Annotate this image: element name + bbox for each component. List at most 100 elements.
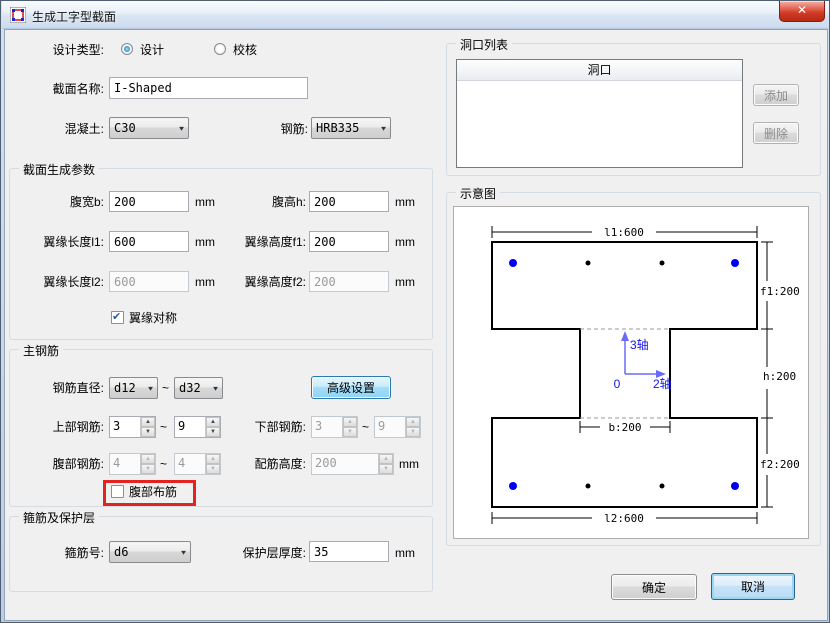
top-rebar-to-stepper[interactable]: 9 ▲▼: [174, 416, 221, 438]
axis-origin-label: 0: [614, 377, 621, 391]
spin-up-icon: ▲: [343, 417, 357, 427]
spin-up-icon[interactable]: ▲: [206, 417, 220, 427]
flange-h1-label: 翼缘高度f1:: [216, 234, 306, 250]
holes-column-header: 洞口: [457, 60, 742, 81]
stirrup-number-value: d6: [114, 545, 128, 559]
diameter-separator: ~: [162, 380, 169, 396]
dim-l1-label: l1:600: [604, 226, 644, 239]
middle-rebar-dot: [660, 261, 665, 266]
flange-len2-input: [109, 271, 189, 292]
web-rebar-to-stepper: 4 ▲▼: [174, 453, 221, 475]
top-rebar-from-stepper[interactable]: 3 ▲▼: [109, 416, 156, 438]
cancel-button[interactable]: 取消: [711, 573, 795, 600]
web-width-label: 腹宽b:: [14, 194, 104, 210]
flange-h2-label: 翼缘高度f2:: [216, 274, 306, 290]
spin-up-icon: ▲: [379, 454, 393, 464]
rebar-diameter-from-select[interactable]: d12 ▼: [109, 377, 158, 399]
bottom-rebar-from-stepper: 3 ▲▼: [311, 416, 358, 438]
rebar-height-label: 配筋高度:: [231, 456, 306, 472]
radio-design-label[interactable]: 设计: [140, 42, 170, 58]
web-rebar-to-value: 4: [175, 454, 205, 474]
web-rebar-separator: ~: [160, 456, 167, 472]
spin-down-icon[interactable]: ▼: [206, 427, 220, 437]
radio-design[interactable]: [121, 43, 133, 55]
cover-thickness-label: 保护层厚度:: [216, 545, 306, 561]
corner-rebar-dot: [731, 259, 739, 267]
web-rebar-label: 腹部钢筋:: [14, 456, 104, 472]
corner-rebar-dot: [509, 259, 517, 267]
bottom-rebar-from-value: 3: [312, 417, 342, 437]
concrete-value: C30: [114, 121, 136, 135]
i-section-outline: [492, 242, 757, 507]
corner-rebar-dot: [731, 482, 739, 490]
dim-f1-label: f1:200: [760, 285, 800, 298]
check-icon: ✔: [112, 310, 121, 323]
params-group-title: 截面生成参数: [19, 161, 99, 178]
rebar-material-select[interactable]: HRB335 ▼: [311, 117, 391, 139]
concrete-select[interactable]: C30 ▼: [109, 117, 189, 139]
delete-hole-button[interactable]: 删除: [753, 122, 799, 144]
web-width-unit: mm: [195, 194, 215, 210]
stirrup-number-label: 箍筋号:: [14, 545, 104, 561]
flange-len2-label: 翼缘长度l2:: [14, 274, 104, 290]
rebar-height-value: 200: [312, 454, 378, 474]
stirrup-number-select[interactable]: d6 ▼: [109, 541, 191, 563]
spin-up-icon: ▲: [406, 417, 420, 427]
web-layout-label[interactable]: 腹部布筋: [129, 484, 199, 500]
close-button[interactable]: ✕: [779, 1, 825, 22]
concrete-label: 混凝土:: [14, 121, 104, 137]
web-rebar-from-stepper: 4 ▲▼: [109, 453, 156, 475]
top-rebar-from-value: 3: [110, 417, 140, 437]
web-height-unit: mm: [395, 194, 415, 210]
chevron-down-icon: ▼: [381, 124, 386, 131]
spin-up-icon[interactable]: ▲: [141, 417, 155, 427]
title-bar[interactable]: 生成工字型截面 ✕: [2, 1, 830, 29]
flange-len1-input[interactable]: [109, 231, 189, 252]
web-layout-checkbox[interactable]: [111, 485, 124, 498]
top-rebar-separator: ~: [160, 419, 167, 435]
rebar-diameter-to-select[interactable]: d32 ▼: [174, 377, 223, 399]
spin-up-icon: ▲: [141, 454, 155, 464]
radio-check-label[interactable]: 校核: [233, 42, 263, 58]
app-icon: [10, 7, 26, 23]
bottom-rebar-label: 下部钢筋:: [231, 419, 306, 435]
flange-symmetry-label[interactable]: 翼缘对称: [129, 310, 199, 326]
flange-symmetry-checkbox[interactable]: ✔: [111, 311, 124, 324]
chevron-down-icon: ▼: [148, 384, 153, 391]
axis-2-label: 2轴: [653, 376, 672, 391]
web-width-input[interactable]: [109, 191, 189, 212]
chevron-down-icon: ▼: [213, 384, 218, 391]
holes-table[interactable]: 洞口: [456, 59, 743, 168]
dim-l2-label: l2:600: [604, 512, 644, 525]
flange-len1-unit: mm: [195, 234, 215, 250]
spin-down-icon: ▼: [406, 427, 420, 437]
dialog-generate-i-section: 生成工字型截面 ✕ 设计类型: 设计 校核 截面名称: 混凝土: C30 ▼ 钢…: [0, 0, 830, 623]
add-hole-button[interactable]: 添加: [753, 84, 799, 106]
section-name-input[interactable]: [109, 77, 308, 99]
ok-button[interactable]: 确定: [611, 574, 697, 600]
spin-down-icon[interactable]: ▼: [141, 427, 155, 437]
dim-b-label: b:200: [608, 421, 641, 434]
advanced-settings-button[interactable]: 高级设置: [311, 376, 391, 399]
i-section-drawing: l1:600 l2:600 f1:200: [454, 207, 808, 538]
top-rebar-to-value: 9: [175, 417, 205, 437]
window-title: 生成工字型截面: [32, 8, 116, 25]
close-icon: ✕: [797, 3, 807, 17]
rebar-diameter-from-value: d12: [114, 381, 136, 395]
spin-up-icon: ▲: [206, 454, 220, 464]
top-rebar-label: 上部钢筋:: [14, 419, 104, 435]
spin-down-icon: ▼: [206, 464, 220, 474]
cover-thickness-unit: mm: [395, 545, 415, 561]
chevron-down-icon: ▼: [179, 124, 184, 131]
rebar-diameter-to-value: d32: [179, 381, 201, 395]
holes-group-title: 洞口列表: [456, 36, 512, 53]
web-rebar-from-value: 4: [110, 454, 140, 474]
web-height-input[interactable]: [309, 191, 389, 212]
flange-h1-input[interactable]: [309, 231, 389, 252]
cover-thickness-input[interactable]: [309, 541, 389, 562]
bottom-rebar-to-stepper: 9 ▲▼: [374, 416, 421, 438]
corner-rebar-dot: [509, 482, 517, 490]
radio-check[interactable]: [214, 43, 226, 55]
flange-len1-label: 翼缘长度l1:: [14, 234, 104, 250]
middle-rebar-dot: [586, 261, 591, 266]
